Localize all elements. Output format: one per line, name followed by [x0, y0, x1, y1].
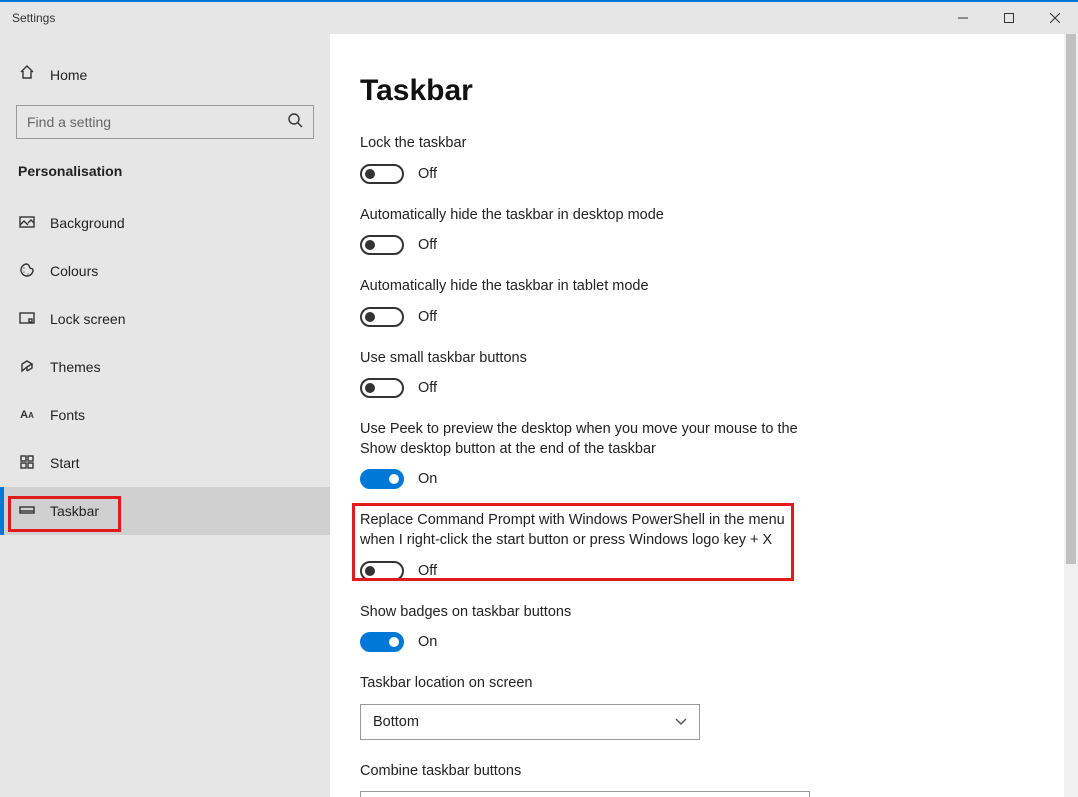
sidebar-item-background[interactable]: Background [0, 199, 330, 247]
sidebar-item-label: Background [50, 215, 125, 231]
setting-label: Automatically hide the taskbar in tablet… [360, 277, 810, 297]
minimize-button[interactable] [940, 2, 986, 34]
setting-badges: Show badges on taskbar buttons On [360, 603, 1078, 653]
toggle-state: Off [418, 166, 437, 182]
home-nav[interactable]: Home [0, 54, 330, 95]
toggle-row: Off [360, 307, 1078, 327]
sidebar-item-taskbar[interactable]: Taskbar [0, 487, 330, 535]
maximize-button[interactable] [986, 2, 1032, 34]
setting-small-buttons: Use small taskbar buttons Off [360, 349, 1078, 399]
nav-list: Background Colours Lock screen [0, 199, 330, 535]
main-panel: Taskbar Lock the taskbar Off Automatical… [330, 34, 1078, 797]
home-label: Home [50, 67, 87, 83]
titlebar: Settings [0, 2, 1078, 34]
window-body: Home Personalisation Background [0, 34, 1078, 797]
sidebar-item-fonts[interactable]: AA Fonts [0, 391, 330, 439]
toggle-badges[interactable] [360, 632, 404, 652]
settings-window: Settings Home [0, 0, 1078, 797]
setting-lock-taskbar: Lock the taskbar Off [360, 134, 1078, 184]
taskbar-icon [18, 502, 36, 521]
maximize-icon [1004, 13, 1014, 23]
home-icon [18, 64, 36, 85]
close-button[interactable] [1032, 2, 1078, 34]
scrollbar-thumb[interactable] [1066, 34, 1076, 564]
setting-label: Automatically hide the taskbar in deskto… [360, 206, 810, 226]
window-controls [940, 2, 1078, 34]
sidebar-item-themes[interactable]: Themes [0, 343, 330, 391]
toggle-row: Off [360, 561, 1078, 581]
setting-label: Use small taskbar buttons [360, 349, 810, 369]
setting-peek: Use Peek to preview the desktop when you… [360, 420, 1078, 489]
sidebar-item-label: Themes [50, 359, 101, 375]
sidebar-item-label: Lock screen [50, 311, 125, 327]
toggle-peek[interactable] [360, 469, 404, 489]
sidebar-item-label: Start [50, 455, 80, 471]
toggle-state: Off [418, 380, 437, 396]
start-icon [18, 454, 36, 473]
toggle-row: On [360, 632, 1078, 652]
palette-icon [18, 262, 36, 281]
toggle-state: Off [418, 237, 437, 253]
setting-label: Taskbar location on screen [360, 674, 810, 694]
toggle-autohide-desktop[interactable] [360, 235, 404, 255]
sidebar-item-label: Colours [50, 263, 98, 279]
sidebar-item-colours[interactable]: Colours [0, 247, 330, 295]
sidebar-item-lock-screen[interactable]: Lock screen [0, 295, 330, 343]
setting-combine: Combine taskbar buttons Always hide labe… [360, 762, 1078, 797]
search-wrap [0, 95, 330, 139]
chevron-down-icon [675, 715, 687, 729]
setting-label: Combine taskbar buttons [360, 762, 810, 782]
setting-label: Show badges on taskbar buttons [360, 603, 810, 623]
search-icon [287, 112, 303, 133]
setting-label: Use Peek to preview the desktop when you… [360, 420, 810, 459]
lockscreen-icon [18, 310, 36, 329]
setting-label: Lock the taskbar [360, 134, 810, 154]
search-box[interactable] [16, 105, 314, 139]
toggle-state: Off [418, 563, 437, 579]
page-title: Taskbar [360, 74, 1078, 108]
section-header: Personalisation [0, 139, 330, 189]
toggle-row: Off [360, 164, 1078, 184]
setting-autohide-desktop: Automatically hide the taskbar in deskto… [360, 206, 1078, 256]
themes-icon [18, 358, 36, 377]
toggle-state: Off [418, 309, 437, 325]
toggle-lock-taskbar[interactable] [360, 164, 404, 184]
setting-label: Replace Command Prompt with Windows Powe… [360, 511, 810, 550]
toggle-state: On [418, 634, 437, 650]
toggle-row: Off [360, 378, 1078, 398]
toggle-state: On [418, 471, 437, 487]
toggle-small-buttons[interactable] [360, 378, 404, 398]
toggle-powershell[interactable] [360, 561, 404, 581]
setting-autohide-tablet: Automatically hide the taskbar in tablet… [360, 277, 1078, 327]
minimize-icon [958, 13, 968, 23]
sidebar-item-start[interactable]: Start [0, 439, 330, 487]
setting-powershell: Replace Command Prompt with Windows Powe… [360, 511, 1078, 580]
sidebar-item-label: Fonts [50, 407, 85, 423]
fonts-icon: AA [18, 409, 36, 421]
toggle-autohide-tablet[interactable] [360, 307, 404, 327]
setting-location: Taskbar location on screen Bottom [360, 674, 1078, 740]
sidebar-item-label: Taskbar [50, 503, 99, 519]
sidebar: Home Personalisation Background [0, 34, 330, 797]
picture-icon [18, 214, 36, 233]
toggle-row: Off [360, 235, 1078, 255]
main-inner: Taskbar Lock the taskbar Off Automatical… [360, 74, 1078, 797]
toggle-row: On [360, 469, 1078, 489]
close-icon [1050, 13, 1060, 23]
dropdown-combine-buttons[interactable]: Always hide labels [360, 791, 810, 797]
window-title: Settings [12, 11, 55, 25]
dropdown-taskbar-location[interactable]: Bottom [360, 704, 700, 740]
dropdown-value: Bottom [373, 714, 419, 730]
scrollbar-track[interactable] [1064, 34, 1078, 797]
search-input[interactable] [27, 114, 275, 130]
